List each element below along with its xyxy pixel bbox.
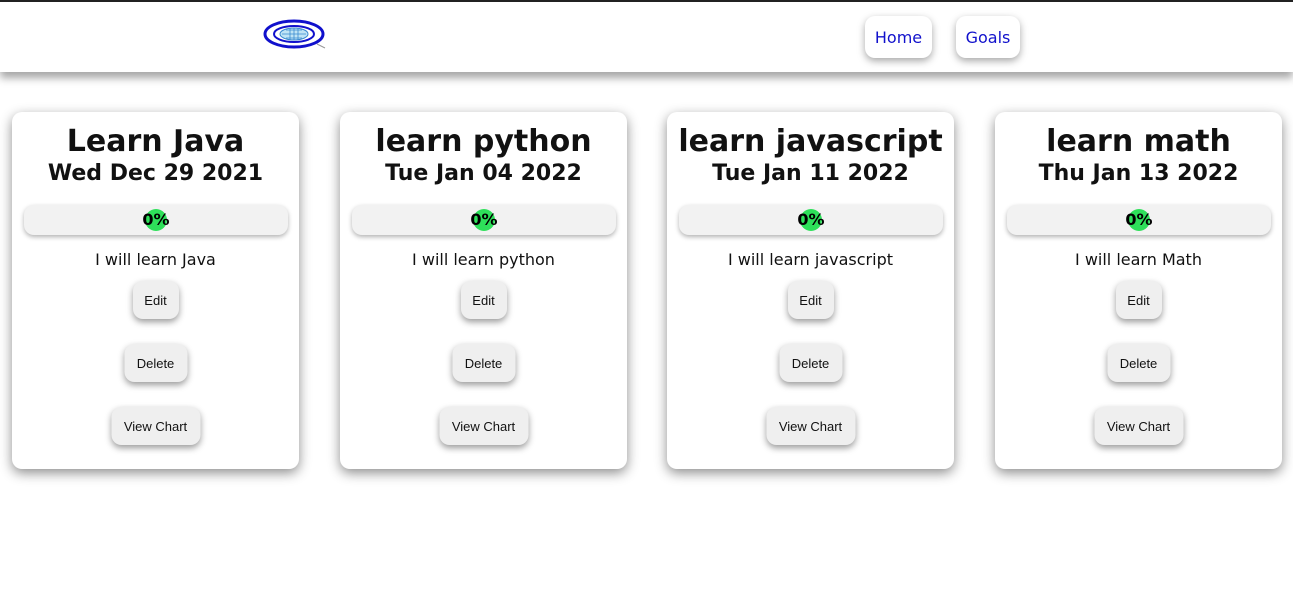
goal-date: Thu Jan 13 2022 — [1038, 161, 1239, 186]
goal-date: Tue Jan 04 2022 — [385, 161, 582, 186]
goal-card: Learn Java Wed Dec 29 2021 0% I will lea… — [12, 112, 299, 469]
delete-button[interactable]: Delete — [452, 344, 515, 382]
delete-button[interactable]: Delete — [1107, 344, 1170, 382]
goal-description: I will learn python — [412, 250, 555, 269]
nav-goals-button[interactable]: Goals — [956, 16, 1020, 58]
goal-card: learn javascript Tue Jan 11 2022 0% I wi… — [667, 112, 954, 469]
progress-bar: 0% — [24, 205, 288, 235]
delete-button[interactable]: Delete — [779, 344, 842, 382]
progress-label: 0% — [797, 210, 825, 229]
edit-button[interactable]: Edit — [787, 281, 834, 319]
goal-card: learn python Tue Jan 04 2022 0% I will l… — [340, 112, 627, 469]
nav-home-button[interactable]: Home — [865, 16, 932, 58]
progress-bar: 0% — [1007, 205, 1271, 235]
view-chart-button[interactable]: View Chart — [1094, 407, 1183, 445]
view-chart-button[interactable]: View Chart — [111, 407, 200, 445]
goal-description: I will learn Math — [1075, 250, 1202, 269]
progress-label: 0% — [142, 210, 170, 229]
goal-title: learn python — [375, 124, 592, 159]
delete-button[interactable]: Delete — [124, 344, 187, 382]
goal-description: I will learn Java — [95, 250, 216, 269]
navbar: Home Goals — [0, 2, 1293, 72]
edit-button[interactable]: Edit — [460, 281, 507, 319]
progress-label: 0% — [470, 210, 498, 229]
goal-title: learn math — [1046, 124, 1231, 159]
progress-label: 0% — [1125, 210, 1153, 229]
progress-bar: 0% — [679, 205, 943, 235]
view-chart-button[interactable]: View Chart — [439, 407, 528, 445]
goal-title: learn javascript — [678, 124, 943, 159]
planet-logo-icon[interactable] — [263, 18, 327, 50]
goal-date: Tue Jan 11 2022 — [712, 161, 909, 186]
progress-bar: 0% — [352, 205, 616, 235]
goal-date: Wed Dec 29 2021 — [47, 161, 264, 186]
goal-card: learn math Thu Jan 13 2022 0% I will lea… — [995, 112, 1282, 469]
edit-button[interactable]: Edit — [132, 281, 179, 319]
goal-title: Learn Java — [66, 124, 245, 159]
edit-button[interactable]: Edit — [1115, 281, 1162, 319]
goal-description: I will learn javascript — [727, 250, 894, 269]
view-chart-button[interactable]: View Chart — [766, 407, 855, 445]
